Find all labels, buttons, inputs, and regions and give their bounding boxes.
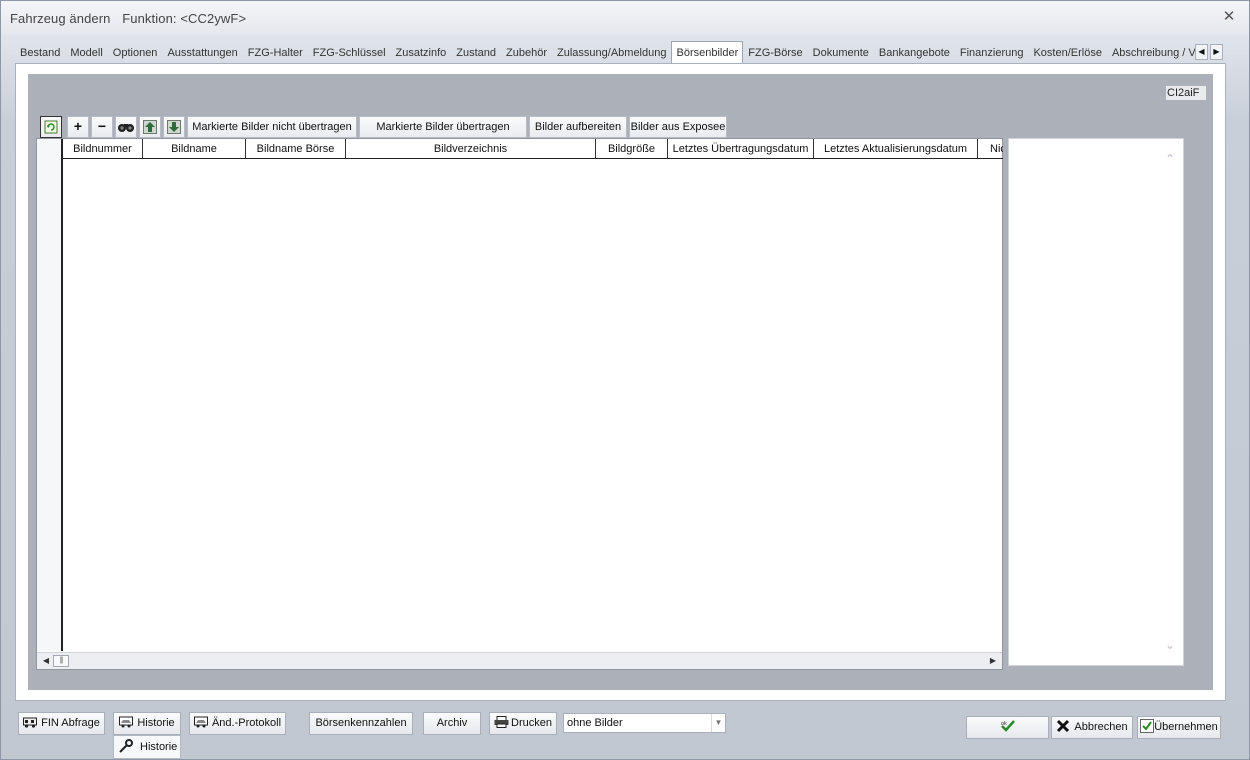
cancel-button[interactable]: Abbrechen: [1051, 716, 1133, 739]
tab-scroll-right-icon[interactable]: ▶: [1210, 44, 1223, 60]
tab-6[interactable]: Zusatzinfo: [391, 42, 452, 64]
tab-9[interactable]: Zulassung/Abmeldung: [552, 42, 671, 64]
arrow-down-icon: [167, 120, 181, 134]
change-log-button[interactable]: Änd.-Protokoll: [189, 712, 286, 735]
tab-14[interactable]: Finanzierung: [955, 42, 1029, 64]
tab-13[interactable]: Bankangebote: [874, 42, 955, 64]
tab-3[interactable]: Ausstattungen: [162, 42, 242, 64]
tab-1[interactable]: Modell: [65, 42, 107, 64]
not-transfer-button[interactable]: Markierte Bilder nicht übertragen: [187, 116, 357, 138]
images-grid[interactable]: Bildnummer Bildname Bildname Börse Bildverz…: [36, 138, 1003, 670]
scroll-left-icon[interactable]: ◀: [39, 654, 53, 668]
cancel-label: Abbrechen: [1074, 721, 1128, 733]
tab-8[interactable]: Zubehör: [501, 42, 552, 64]
title-label: Fahrzeug ändern: [10, 11, 111, 26]
dialog-window: Fahrzeug ändern Funktion: <CC2ywF> ✕ Bes…: [0, 0, 1250, 760]
refresh-icon: [44, 120, 58, 134]
print-button[interactable]: Drucken: [489, 712, 557, 735]
transfer-button[interactable]: Markierte Bilder übertragen: [359, 116, 527, 138]
column-header[interactable]: Letztes Aktualisierungsdatum: [814, 139, 978, 158]
column-header[interactable]: Bildgröße: [596, 139, 668, 158]
tab-15[interactable]: Kosten/Erlöse: [1028, 42, 1106, 64]
chevron-down-icon[interactable]: ▼: [711, 714, 725, 732]
scroll-thumb[interactable]: |||: [53, 655, 69, 667]
close-icon[interactable]: ✕: [1219, 7, 1239, 27]
tab-10[interactable]: Börsenbilder: [671, 41, 744, 64]
fin-query-button[interactable]: FIN Abfrage: [18, 712, 105, 735]
close-icon: [1057, 719, 1070, 733]
column-header[interactable]: Letztes Übertragungsdatum: [668, 139, 814, 158]
tab-0[interactable]: Bestand: [15, 42, 65, 64]
column-header[interactable]: Bildnummer: [63, 139, 143, 158]
column-header[interactable]: Bildname Börse: [246, 139, 346, 158]
arrow-up-icon: [143, 120, 157, 134]
tab-page-boersenbilder: CI2aiF + − Markierte Bilder nicht übertr…: [15, 63, 1226, 701]
historie-label: Historie: [137, 717, 175, 729]
tab-12[interactable]: Dokumente: [808, 42, 874, 64]
window-title: Fahrzeug ändern Funktion: <CC2ywF>: [10, 11, 254, 26]
ok-check-icon: ok: [1001, 720, 1015, 732]
images-from-expose-button[interactable]: Bilder aus Exposee: [629, 116, 727, 138]
content-panel: CI2aiF + − Markierte Bilder nicht übertr…: [28, 74, 1213, 690]
add-button[interactable]: +: [67, 116, 89, 138]
apply-check-icon: [1140, 719, 1155, 733]
code-box: CI2aiF: [1166, 86, 1206, 100]
column-header[interactable]: Bildverzeichnis: [346, 139, 596, 158]
title-function: Funktion: <CC2ywF>: [122, 11, 247, 26]
print-label: Drucken: [511, 717, 552, 729]
binoculars-icon: [118, 124, 134, 132]
tab-5[interactable]: FZG-Schlüssel: [308, 42, 391, 64]
historie-tooltip-label: Historie: [140, 741, 178, 753]
title-bar: Fahrzeug ändern Funktion: <CC2ywF> ✕: [1, 1, 1249, 35]
scroll-right-icon[interactable]: ▶: [986, 654, 1000, 668]
historie-button[interactable]: Historie: [113, 712, 181, 735]
change-log-icon: [193, 716, 208, 728]
move-down-button[interactable]: [163, 116, 185, 138]
column-header[interactable]: Bildname: [143, 139, 246, 158]
car-history-icon: [119, 716, 134, 728]
image-preview-panel[interactable]: ⌃ ⌄: [1008, 138, 1184, 666]
tab-strip: Bestand Modell Optionen Ausstattungen FZG-Ha…: [15, 41, 1225, 64]
apply-label: Übernehmen: [1154, 721, 1218, 733]
tab-4[interactable]: FZG-Halter: [243, 42, 308, 64]
move-up-button[interactable]: [139, 116, 161, 138]
search-button[interactable]: [115, 116, 137, 138]
wrench-icon: [119, 739, 133, 753]
ok-button[interactable]: ok: [966, 716, 1049, 739]
prepare-images-button[interactable]: Bilder aufbereiten: [529, 116, 627, 138]
scroll-up-icon[interactable]: ⌃: [1163, 153, 1177, 165]
row-header-column: [37, 139, 63, 651]
horizontal-scrollbar[interactable]: ◀ ||| ▶: [37, 652, 1002, 669]
refresh-button[interactable]: [40, 116, 62, 138]
boersenkennzahlen-button[interactable]: Börsenkennzahlen: [309, 712, 413, 735]
column-header[interactable]: Nic: [978, 139, 1003, 158]
apply-button[interactable]: Übernehmen: [1137, 716, 1221, 739]
printer-icon: [494, 716, 509, 728]
change-log-label: Änd.-Protokoll: [211, 717, 282, 729]
tab-scroll-left-icon[interactable]: ◀: [1195, 44, 1208, 60]
remove-button[interactable]: −: [91, 116, 113, 138]
print-mode-select[interactable]: ohne Bilder ▼: [563, 713, 726, 733]
tab-7[interactable]: Zustand: [451, 42, 501, 64]
scroll-down-icon[interactable]: ⌄: [1163, 639, 1177, 651]
fin-icon: [23, 717, 38, 728]
archiv-button[interactable]: Archiv: [423, 712, 481, 735]
grid-header: Bildnummer Bildname Bildname Börse Bildverz…: [63, 139, 1003, 159]
fin-query-label: FIN Abfrage: [41, 717, 100, 729]
tab-2[interactable]: Optionen: [108, 42, 163, 64]
tab-16[interactable]: Abschreibung / V: [1107, 42, 1201, 64]
tab-11[interactable]: FZG-Börse: [743, 42, 807, 64]
print-mode-value: ohne Bilder: [567, 717, 623, 729]
historie-tooltip: Historie: [113, 735, 181, 759]
ok-label: ok: [1001, 721, 1007, 727]
